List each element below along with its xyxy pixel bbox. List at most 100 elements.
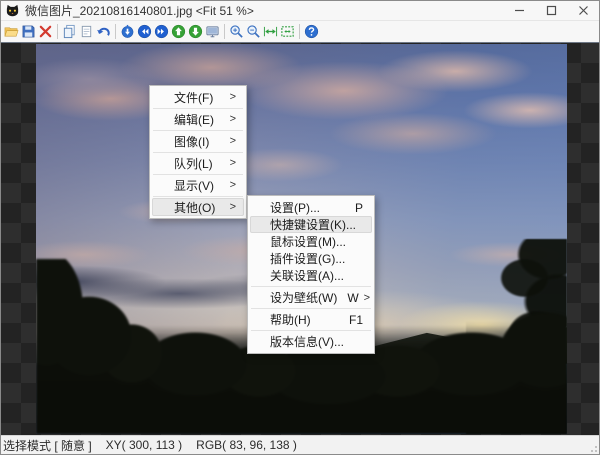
submenu-item-hotkey-settings[interactable]: 快捷键设置(K)... [250,216,372,233]
previous-button[interactable] [136,22,153,41]
open-folder-icon [4,24,19,39]
app-cat-icon [5,3,20,18]
menu-item-edit[interactable]: 编辑(E) > [152,110,244,128]
submenu-arrow-icon: > [230,157,236,169]
paste-icon [79,24,94,39]
menu-item-image[interactable]: 图像(I) > [152,132,244,150]
shortcut-label: P [355,201,363,215]
up-arrow-icon [171,24,186,39]
zoom-out-icon [246,24,261,39]
status-bar: 选择模式 [ 随意 ] XY( 300, 113 ) RGB( 83, 96, … [1,435,599,454]
menu-divider [251,308,371,309]
menu-item-other[interactable]: 其他(O) > [152,198,244,216]
fit-width-icon [263,24,278,39]
menu-divider [153,174,243,175]
submenu-item-association-settings[interactable]: 关联设置(A)... [250,267,372,284]
menu-item-label: 图像(I) [174,133,226,150]
submenu-item-plugin-settings[interactable]: 插件设置(G)... [250,250,372,267]
submenu-item-label: 版本信息(V)... [270,333,353,350]
submenu-arrow-icon: > [230,113,236,125]
submenu-item-label: 插件设置(G)... [270,250,353,267]
open-button[interactable] [3,22,20,41]
up-button[interactable] [170,22,187,41]
next-icon [154,24,169,39]
submenu-item-label: 设为壁纸(W) [270,289,337,306]
context-menu: 文件(F) > 编辑(E) > 图像(I) > 队列(L) > 显示(V) > [149,85,247,219]
titlebar: 微信图片_20210816140801.jpg <Fit 51 %> [1,1,599,21]
window-title: 微信图片_20210816140801.jpg <Fit 51 %> [25,2,503,19]
maximize-button[interactable] [535,1,567,20]
monitor-button[interactable] [204,22,221,41]
undo-button[interactable] [95,22,112,41]
help-button[interactable] [303,22,320,41]
window-controls [503,1,599,20]
close-icon [578,5,589,16]
zoom-in-button[interactable] [228,22,245,41]
status-mode: 选择模式 [ 随意 ] [3,437,92,454]
down-button[interactable] [187,22,204,41]
monitor-icon [205,24,220,39]
toolbar-separator [299,24,300,39]
delete-x-icon [38,24,53,39]
submenu-item-label: 快捷键设置(K)... [270,216,356,233]
menu-divider [153,108,243,109]
menu-divider [153,130,243,131]
menu-divider [251,286,371,287]
help-icon [304,24,319,39]
zoom-out-button[interactable] [245,22,262,41]
image-canvas[interactable]: 文件(F) > 编辑(E) > 图像(I) > 队列(L) > 显示(V) > [1,43,599,435]
paste-button[interactable] [78,22,95,41]
minimize-button[interactable] [503,1,535,20]
fit-width-button[interactable] [262,22,279,41]
menu-divider [153,152,243,153]
submenu-arrow-icon: > [230,179,236,191]
submenu-arrow-icon: > [364,292,370,304]
menu-item-file[interactable]: 文件(F) > [152,88,244,106]
submenu-arrow-icon: > [230,135,236,147]
fit-window-icon [280,24,295,39]
submenu-item-set-wallpaper[interactable]: 设为壁纸(W) W > [250,289,372,306]
submenu-item-help[interactable]: 帮助(H) F1 [250,311,372,328]
previous-icon [137,24,152,39]
toolbar-separator [224,24,225,39]
info-button[interactable] [119,22,136,41]
menu-item-label: 编辑(E) [174,111,226,128]
delete-button[interactable] [37,22,54,41]
submenu-item-settings[interactable]: 设置(P)... P [250,199,372,216]
submenu-item-mouse-settings[interactable]: 鼠标设置(M)... [250,233,372,250]
status-xy-coordinates: XY( 300, 113 ) [106,438,183,452]
menu-item-label: 其他(O) [174,199,226,216]
zoom-in-icon [229,24,244,39]
toolbar-separator [115,24,116,39]
menu-item-label: 文件(F) [174,89,226,106]
menu-item-view[interactable]: 显示(V) > [152,176,244,194]
next-button[interactable] [153,22,170,41]
submenu-item-label: 设置(P)... [270,199,345,216]
fit-window-button[interactable] [279,22,296,41]
minimize-icon [514,5,525,16]
undo-icon [96,24,111,39]
copy-icon [62,24,77,39]
submenu-item-label: 关联设置(A)... [270,267,353,284]
maximize-icon [546,5,557,16]
shortcut-label: W [347,291,358,305]
toolbar-separator [57,24,58,39]
menu-divider [251,330,371,331]
menu-divider [153,196,243,197]
copy-button[interactable] [61,22,78,41]
status-rgb-value: RGB( 83, 96, 138 ) [196,438,297,452]
submenu-item-label: 鼠标设置(M)... [270,233,353,250]
info-balloon-icon [120,24,135,39]
context-submenu-other: 设置(P)... P 快捷键设置(K)... 鼠标设置(M)... 插件设置(G… [247,195,375,354]
close-button[interactable] [567,1,599,20]
submenu-item-version-info[interactable]: 版本信息(V)... [250,333,372,350]
menu-item-queue[interactable]: 队列(L) > [152,154,244,172]
toolbar [1,21,599,43]
resize-grip[interactable] [588,443,598,453]
menu-item-label: 显示(V) [174,177,226,194]
menu-item-label: 队列(L) [174,155,226,172]
down-arrow-icon [188,24,203,39]
submenu-item-label: 帮助(H) [270,311,339,328]
app-window: 微信图片_20210816140801.jpg <Fit 51 %> [0,0,600,455]
save-button[interactable] [20,22,37,41]
